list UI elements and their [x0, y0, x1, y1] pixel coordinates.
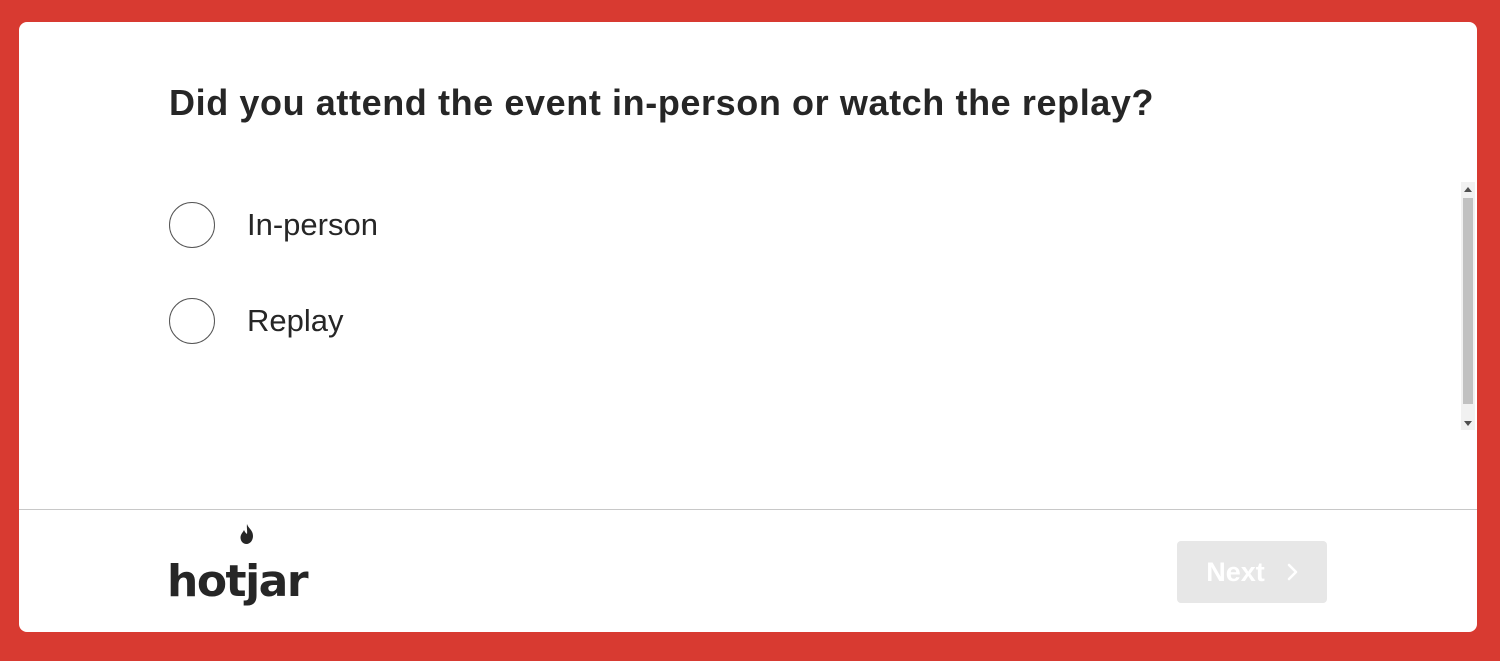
next-button[interactable]: Next [1177, 541, 1327, 603]
scrollbar-thumb[interactable] [1463, 198, 1473, 404]
hotjar-logo[interactable]: hotjar [167, 524, 309, 607]
flame-icon [240, 524, 253, 544]
radio-circle-icon[interactable] [169, 202, 215, 248]
survey-question: Did you attend the event in-person or wa… [169, 82, 1155, 123]
option-in-person[interactable]: In-person [169, 200, 378, 250]
scroll-up-arrow-icon[interactable] [1461, 182, 1475, 196]
answer-options: In-person Replay [169, 200, 378, 392]
survey-card: Did you attend the event in-person or wa… [19, 22, 1477, 632]
option-label[interactable]: In-person [247, 207, 378, 243]
scrollbar[interactable] [1461, 182, 1475, 430]
logo-text: hotjar [167, 556, 309, 607]
footer-divider [19, 509, 1477, 510]
next-button-label: Next [1206, 556, 1265, 587]
option-label[interactable]: Replay [247, 303, 344, 339]
option-replay[interactable]: Replay [169, 296, 378, 346]
chevron-right-icon [1287, 563, 1298, 581]
scroll-down-arrow-icon[interactable] [1461, 416, 1475, 430]
radio-circle-icon[interactable] [169, 298, 215, 344]
